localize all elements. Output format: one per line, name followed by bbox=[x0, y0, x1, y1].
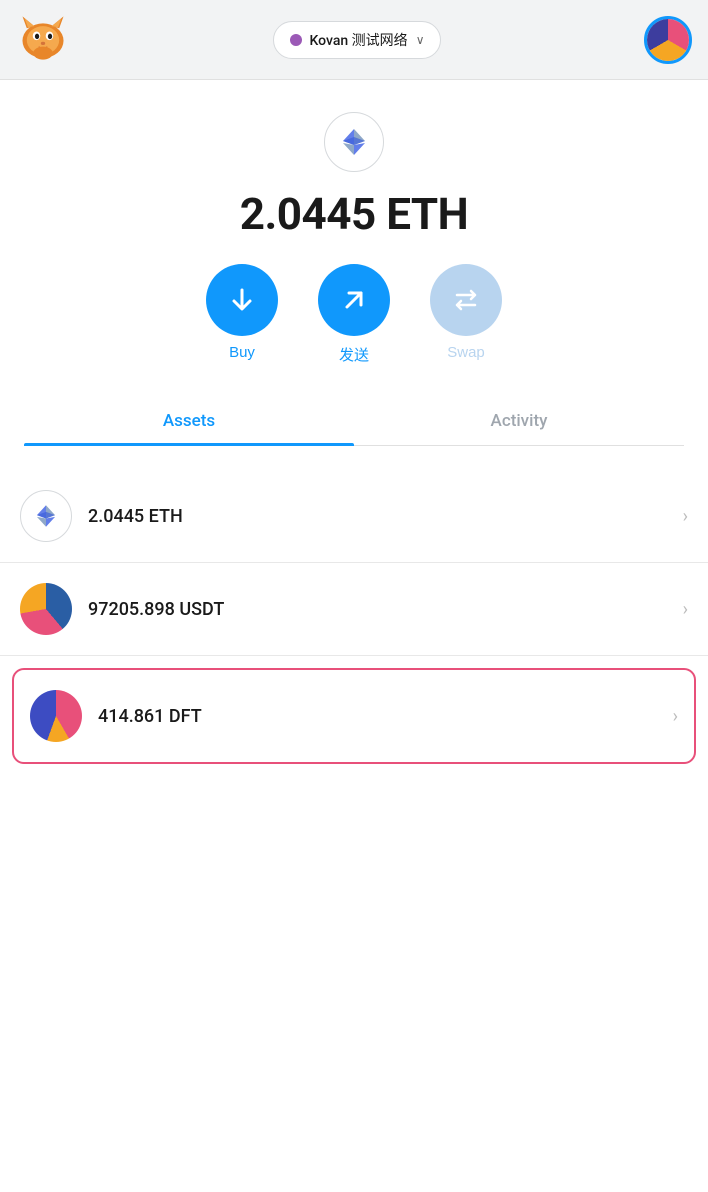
swap-button[interactable]: Swap bbox=[430, 264, 502, 361]
send-button-circle bbox=[318, 264, 390, 336]
swap-label: Swap bbox=[447, 344, 485, 361]
swap-button-circle bbox=[430, 264, 502, 336]
network-label: Kovan 测试网络 bbox=[310, 30, 408, 50]
asset-row-dft[interactable]: 414.861 DFT › bbox=[12, 668, 696, 764]
usdt-balance: 97205.898 USDT bbox=[88, 599, 667, 620]
action-buttons: Buy 发送 S bbox=[206, 264, 502, 365]
asset-row-eth[interactable]: 2.0445 ETH › bbox=[0, 470, 708, 563]
avatar-graphic bbox=[647, 19, 689, 61]
eth-main-icon bbox=[324, 112, 384, 172]
metamask-logo bbox=[16, 11, 70, 69]
balance-amount: 2.0445 ETH bbox=[240, 188, 468, 240]
dft-token-icon bbox=[30, 690, 82, 742]
app-header: Kovan 测试网络 ∨ bbox=[0, 0, 708, 80]
usdt-token-icon bbox=[20, 583, 72, 635]
send-label: 发送 bbox=[339, 344, 369, 365]
asset-list: 2.0445 ETH › 97205.898 USDT › 414.861 DF… bbox=[0, 470, 708, 776]
usdt-chevron-icon: › bbox=[683, 599, 688, 620]
network-dropdown-icon: ∨ bbox=[416, 33, 425, 47]
network-status-dot bbox=[290, 34, 302, 46]
balance-section: 2.0445 ETH Buy bbox=[0, 80, 708, 470]
network-selector[interactable]: Kovan 测试网络 ∨ bbox=[273, 21, 442, 59]
asset-row-dft-wrapper: 414.861 DFT › bbox=[0, 656, 708, 776]
tabs-container: Assets Activity bbox=[24, 397, 684, 446]
buy-label: Buy bbox=[229, 344, 255, 361]
asset-row-usdt[interactable]: 97205.898 USDT › bbox=[0, 563, 708, 656]
buy-button[interactable]: Buy bbox=[206, 264, 278, 361]
send-button[interactable]: 发送 bbox=[318, 264, 390, 365]
dft-chevron-icon: › bbox=[673, 706, 678, 727]
main-content: 2.0445 ETH Buy bbox=[0, 80, 708, 1192]
eth-chevron-icon: › bbox=[683, 506, 688, 527]
eth-balance: 2.0445 ETH bbox=[88, 506, 667, 527]
dft-balance: 414.861 DFT bbox=[98, 706, 657, 727]
eth-token-icon bbox=[20, 490, 72, 542]
account-avatar[interactable] bbox=[644, 16, 692, 64]
buy-button-circle bbox=[206, 264, 278, 336]
tab-activity[interactable]: Activity bbox=[354, 397, 684, 445]
tab-assets[interactable]: Assets bbox=[24, 397, 354, 445]
